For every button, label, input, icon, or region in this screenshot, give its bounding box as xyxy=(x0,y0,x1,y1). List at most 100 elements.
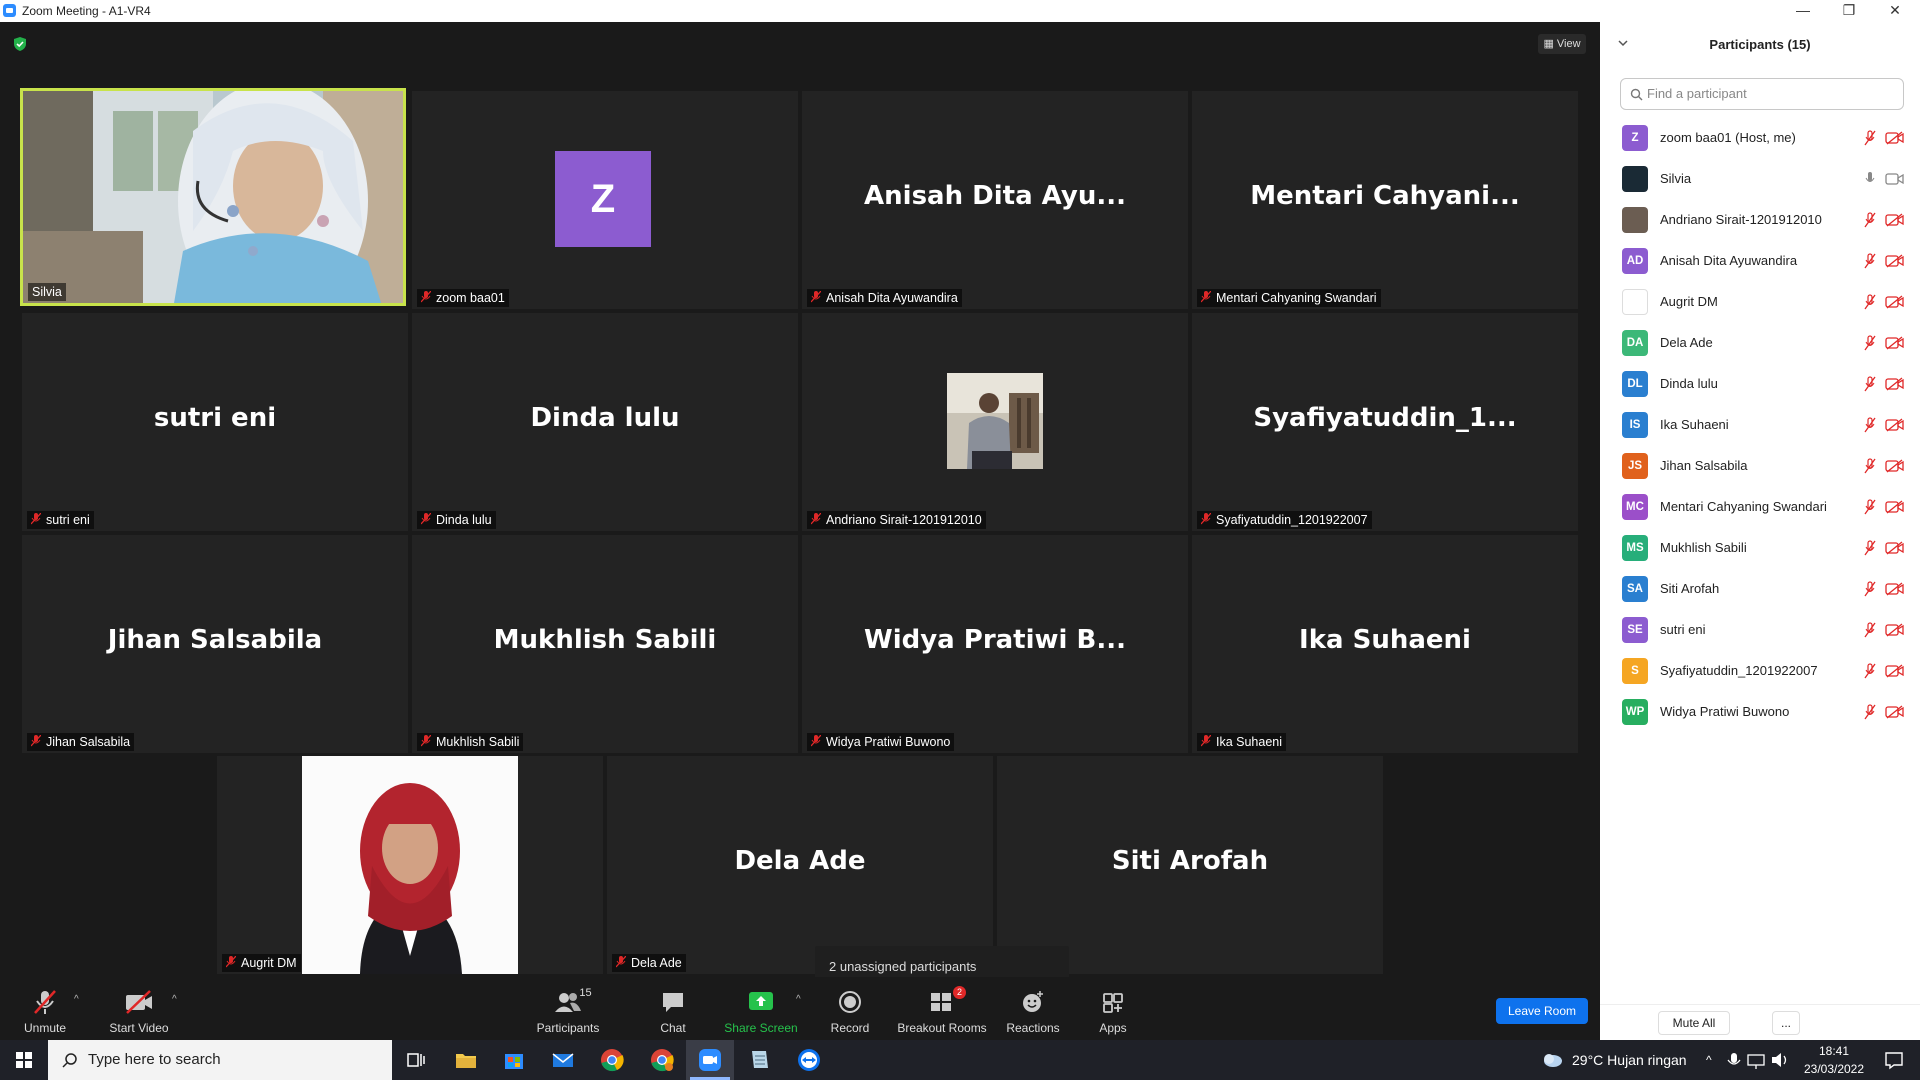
video-off-icon[interactable] xyxy=(1885,459,1905,473)
microsoft-store-icon[interactable] xyxy=(500,1046,528,1074)
video-off-icon[interactable] xyxy=(1885,541,1905,555)
video-tile-silvia[interactable]: Silvia xyxy=(20,88,406,306)
more-options-button[interactable]: ... xyxy=(1772,1011,1800,1035)
muted-mic-icon[interactable] xyxy=(1864,581,1876,597)
share-screen-button[interactable]: Share Screen ^ xyxy=(716,977,806,1040)
participant-row[interactable]: Silvia xyxy=(1600,159,1920,200)
participant-row[interactable]: IS Ika Suhaeni xyxy=(1600,405,1920,446)
mic-icon[interactable] xyxy=(1864,171,1876,187)
video-off-icon[interactable] xyxy=(1885,336,1905,350)
muted-mic-icon[interactable] xyxy=(1864,458,1876,474)
participants-button[interactable]: 15 Participants xyxy=(523,977,613,1040)
muted-mic-icon[interactable] xyxy=(1864,704,1876,720)
network-icon[interactable] xyxy=(1746,1046,1766,1074)
teamviewer-icon[interactable] xyxy=(795,1046,823,1074)
muted-mic-icon[interactable] xyxy=(1864,663,1876,679)
video-off-icon[interactable] xyxy=(1885,582,1905,596)
participant-row[interactable]: Augrit DM xyxy=(1600,282,1920,323)
mail-icon[interactable] xyxy=(549,1046,577,1074)
participant-row[interactable]: Zzoom baa01 (Host, me) xyxy=(1600,118,1920,159)
participant-row[interactable]: JS Jihan Salsabila xyxy=(1600,446,1920,487)
caret-up-icon[interactable]: ^ xyxy=(172,994,177,1005)
participant-search-input[interactable]: Find a participant xyxy=(1620,78,1904,110)
video-tile-dela-ade[interactable]: Dela Ade Dela Ade xyxy=(607,756,993,974)
chrome-profile-icon[interactable] xyxy=(648,1046,676,1074)
video-tile-widya[interactable]: Widya Pratiwi B... Widya Pratiwi Buwono xyxy=(802,535,1188,753)
video-tile-mukhlish[interactable]: Mukhlish Sabili Mukhlish Sabili xyxy=(412,535,798,753)
video-off-icon[interactable] xyxy=(1885,131,1905,145)
video-tile-ika[interactable]: Ika Suhaeni Ika Suhaeni xyxy=(1192,535,1578,753)
chat-button[interactable]: Chat xyxy=(628,977,718,1040)
notepad-icon[interactable] xyxy=(746,1046,774,1074)
muted-mic-icon[interactable] xyxy=(1864,130,1876,146)
participant-row[interactable]: S Syafiyatuddin_1201922007 xyxy=(1600,651,1920,692)
chevron-up-icon[interactable]: ^ xyxy=(1706,1040,1712,1080)
volume-icon[interactable] xyxy=(1770,1046,1790,1074)
zoom-taskbar-icon[interactable] xyxy=(696,1046,724,1074)
unmute-button[interactable]: Unmute ^ xyxy=(0,977,90,1040)
reactions-button[interactable]: Reactions xyxy=(988,977,1078,1040)
video-icon[interactable] xyxy=(1885,172,1905,186)
caret-up-icon[interactable]: ^ xyxy=(74,994,79,1005)
microphone-icon[interactable] xyxy=(1726,1046,1742,1074)
leave-room-button[interactable]: Leave Room xyxy=(1496,998,1588,1024)
mute-all-button[interactable]: Mute All xyxy=(1658,1011,1730,1035)
video-off-icon[interactable] xyxy=(1885,500,1905,514)
participant-row[interactable]: Andriano Sirait-1201912010 xyxy=(1600,200,1920,241)
weather-cloud-icon[interactable] xyxy=(1538,1046,1566,1074)
taskbar-search-input[interactable]: Type here to search xyxy=(48,1040,392,1080)
video-off-icon[interactable] xyxy=(1885,705,1905,719)
video-tile-siti-arofah[interactable]: Siti Arofah ah xyxy=(997,756,1383,974)
task-view-icon[interactable] xyxy=(402,1046,430,1074)
video-tile-mentari[interactable]: Mentari Cahyani... Mentari Cahyaning Swa… xyxy=(1192,91,1578,309)
participant-row[interactable]: DA Dela Ade xyxy=(1600,323,1920,364)
close-button[interactable]: ✕ xyxy=(1872,0,1918,22)
minimize-button[interactable]: — xyxy=(1780,0,1826,22)
video-off-icon[interactable] xyxy=(1885,254,1905,268)
view-button[interactable]: ▦ View xyxy=(1538,34,1586,54)
video-tile-zoom-baa01[interactable]: Z zoom baa01 xyxy=(412,91,798,309)
participant-row[interactable]: SA Siti Arofah xyxy=(1600,569,1920,610)
video-off-icon[interactable] xyxy=(1885,664,1905,678)
participant-row[interactable]: AD Anisah Dita Ayuwandira xyxy=(1600,241,1920,282)
muted-mic-icon[interactable] xyxy=(1864,212,1876,228)
participant-row[interactable]: MC Mentari Cahyaning Swandari xyxy=(1600,487,1920,528)
muted-mic-icon[interactable] xyxy=(1864,253,1876,269)
taskbar-clock[interactable]: 18:41 23/03/2022 xyxy=(1794,1042,1874,1078)
video-tile-anisah[interactable]: Anisah Dita Ayu... Anisah Dita Ayuwandir… xyxy=(802,91,1188,309)
apps-button[interactable]: Apps xyxy=(1068,977,1158,1040)
muted-mic-icon[interactable] xyxy=(1864,335,1876,351)
participant-row[interactable]: DL Dinda lulu xyxy=(1600,364,1920,405)
muted-mic-icon[interactable] xyxy=(1864,376,1876,392)
encryption-shield-icon[interactable] xyxy=(12,36,28,52)
muted-mic-icon[interactable] xyxy=(1864,499,1876,515)
video-off-icon[interactable] xyxy=(1885,623,1905,637)
muted-mic-icon[interactable] xyxy=(1864,417,1876,433)
video-tile-dinda-lulu[interactable]: Dinda lulu Dinda lulu xyxy=(412,313,798,531)
caret-up-icon[interactable]: ^ xyxy=(796,994,801,1005)
weather-text[interactable]: 29°C Hujan ringan xyxy=(1572,1040,1687,1080)
restore-button[interactable]: ❐ xyxy=(1826,0,1872,22)
chrome-icon[interactable] xyxy=(598,1046,626,1074)
video-tile-syafiyatuddin[interactable]: Syafiyatuddin_1... Syafiyatuddin_1201922… xyxy=(1192,313,1578,531)
record-button[interactable]: Record xyxy=(805,977,895,1040)
video-off-icon[interactable] xyxy=(1885,418,1905,432)
file-explorer-icon[interactable] xyxy=(452,1046,480,1074)
muted-mic-icon[interactable] xyxy=(1864,294,1876,310)
video-tile-andriano[interactable]: Andriano Sirait-1201912010 xyxy=(802,313,1188,531)
video-off-icon[interactable] xyxy=(1885,377,1905,391)
video-off-icon[interactable] xyxy=(1885,295,1905,309)
muted-mic-icon[interactable] xyxy=(1864,622,1876,638)
muted-mic-icon[interactable] xyxy=(1864,540,1876,556)
participant-row[interactable]: WP Widya Pratiwi Buwono xyxy=(1600,692,1920,733)
start-video-button[interactable]: Start Video ^ xyxy=(94,977,184,1040)
video-tile-sutri-eni[interactable]: sutri eni sutri eni xyxy=(22,313,408,531)
participant-row[interactable]: SE sutri eni xyxy=(1600,610,1920,651)
video-tile-jihan[interactable]: Jihan Salsabila Jihan Salsabila xyxy=(22,535,408,753)
windows-start-icon[interactable] xyxy=(10,1046,38,1074)
video-off-icon[interactable] xyxy=(1885,213,1905,227)
breakout-rooms-button[interactable]: 2 Breakout Rooms xyxy=(897,977,987,1040)
participant-row[interactable]: MS Mukhlish Sabili xyxy=(1600,528,1920,569)
video-tile-augrit[interactable]: Augrit DM xyxy=(217,756,603,974)
notification-icon[interactable] xyxy=(1880,1046,1908,1074)
